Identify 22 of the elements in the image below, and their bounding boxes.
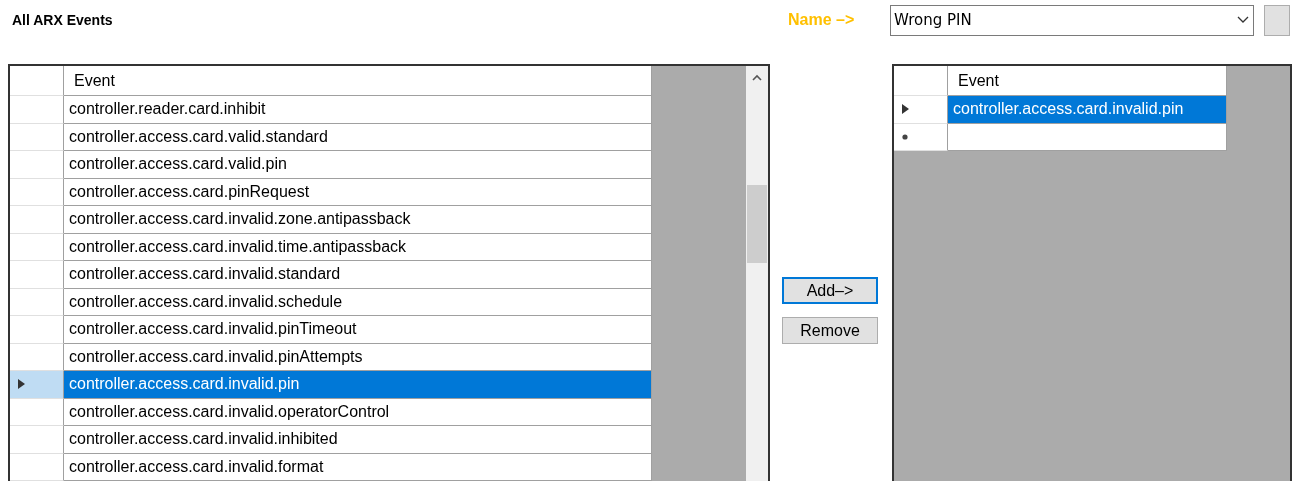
table-cell[interactable]: controller.access.card.invalid.pinAttempts — [64, 343, 652, 371]
table-cell[interactable]: controller.access.card.invalid.pinTimeout — [64, 316, 652, 344]
column-header[interactable]: Event — [948, 66, 1227, 96]
table-cell[interactable]: controller.access.card.pinRequest — [64, 178, 652, 206]
table-cell[interactable]: controller.access.card.invalid.pin — [948, 96, 1227, 124]
name-label: Name –> — [788, 11, 856, 29]
table-cell[interactable]: controller.access.card.valid.standard — [64, 123, 652, 151]
table-cell[interactable]: controller.access.card.invalid.pin — [64, 371, 652, 399]
remove-button[interactable]: Remove — [782, 317, 878, 344]
table-cell[interactable]: controller.access.card.invalid.format — [64, 453, 652, 481]
table-cell[interactable]: controller.access.card.invalid.schedule — [64, 288, 652, 316]
section-title: All ARX Events — [12, 12, 114, 28]
name-dropdown[interactable]: Wrong PIN — [890, 4, 1254, 36]
table-cell[interactable]: controller.access.card.invalid.time.antipassback — [64, 233, 652, 261]
table-cell[interactable]: controller.reader.card.inhibit — [64, 96, 652, 124]
column-header[interactable]: Event — [64, 66, 652, 96]
table-cell[interactable]: controller.access.card.valid.pin — [64, 151, 652, 179]
table-cell[interactable]: controller.access.card.invalid.operatorControl — [64, 398, 652, 426]
table-cell[interactable]: controller.access.card.invalid.zone.antipassback — [64, 206, 652, 234]
add-button[interactable]: Add–> — [782, 277, 878, 304]
table-cell[interactable]: controller.access.card.invalid.standard — [64, 261, 652, 289]
table-cell[interactable]: controller.access.card.invalid.inhibited — [64, 426, 652, 454]
